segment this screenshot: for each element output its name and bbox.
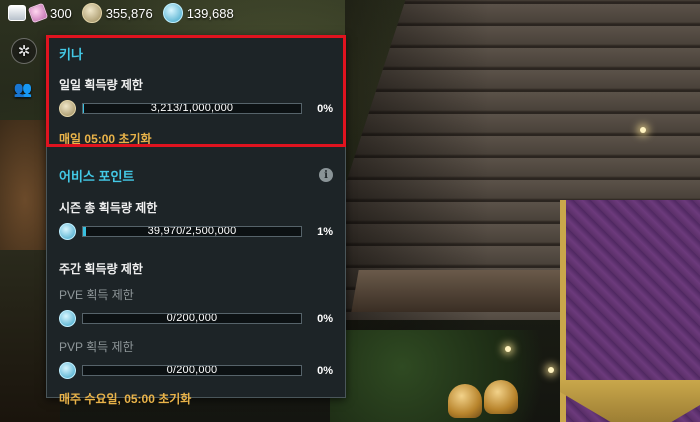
pvp-row: 0/200,000 0%: [59, 362, 333, 379]
abyss-season-bar: 39,970/2,500,000: [82, 226, 302, 237]
abyss-point-icon: [59, 310, 76, 327]
pvp-percent: 0%: [317, 364, 333, 377]
compass-icon: ✲: [17, 43, 31, 60]
currency-abyss: 139,688: [162, 3, 234, 23]
light-sparkle: [505, 346, 511, 352]
pve-progress-bar: 0/200,000: [82, 313, 302, 324]
kina-section: 키나 일일 획득량 제한 3,213/1,000,000 0% 매일 05:00…: [59, 44, 333, 147]
stamina-icon: [8, 5, 26, 21]
stamina-value: 300: [50, 5, 72, 21]
abyss-point-icon: [162, 3, 183, 23]
kina-reset-text: 매일 05:00 초기화: [59, 132, 152, 146]
pve-progress-text: 0/200,000: [166, 313, 218, 324]
abyss-title: 어비스 포인트: [59, 169, 135, 184]
abyss-season-text: 39,970/2,500,000: [147, 226, 237, 237]
kina-coin-icon: [59, 100, 76, 117]
abyss-season-percent: 1%: [317, 225, 333, 238]
pve-row: 0/200,000 0%: [59, 310, 333, 327]
kina-coin-icon: [81, 3, 102, 23]
pvp-limit-label: PVP 획득 제한: [59, 340, 134, 354]
bell-icon: [448, 384, 482, 418]
abyss-season-label: 시즌 총 획득량 제한: [59, 201, 158, 215]
pvp-progress-text: 0/200,000: [166, 365, 218, 376]
currency-bar: 300 355,876 139,688: [8, 2, 234, 24]
light-sparkle: [548, 367, 554, 373]
kina-daily-row: 3,213/1,000,000 0%: [59, 100, 333, 117]
abyss-reset-text: 매주 수요일, 05:00 초기화: [59, 392, 192, 406]
abyss-point-icon: [59, 362, 76, 379]
light-sparkle: [640, 127, 646, 133]
limit-tooltip-panel: 키나 일일 획득량 제한 3,213/1,000,000 0% 매일 05:00…: [46, 35, 346, 406]
party-icon: 👥: [13, 81, 33, 98]
abyss-point-icon: [59, 223, 76, 240]
abyss-value: 139,688: [186, 5, 234, 21]
pvp-progress-bar: 0/200,000: [82, 365, 302, 376]
party-button[interactable]: 👥: [11, 77, 35, 101]
kina-title: 키나: [59, 47, 83, 62]
abyss-section: 어비스 포인트 시즌 총 획득량 제한 39,970/2,500,000 1% …: [59, 166, 333, 407]
kina-daily-label: 일일 획득량 제한: [59, 78, 143, 92]
pve-percent: 0%: [317, 312, 333, 325]
kina-progress-bar: 3,213/1,000,000: [82, 103, 302, 114]
currency-kina: 355,876: [81, 3, 153, 23]
kina-percent: 0%: [317, 102, 333, 115]
crystal-icon: [27, 2, 49, 24]
currency-stamina: 300: [8, 2, 72, 24]
kina-progress-text: 3,213/1,000,000: [150, 103, 234, 114]
bell-icon: [484, 380, 518, 414]
pve-limit-label: PVE 획득 제한: [59, 288, 134, 302]
abyss-weekly-label: 주간 획득량 제한: [59, 262, 143, 276]
abyss-season-row: 39,970/2,500,000 1%: [59, 223, 333, 240]
kina-value: 355,876: [105, 5, 153, 21]
compass-button[interactable]: ✲: [11, 38, 37, 64]
